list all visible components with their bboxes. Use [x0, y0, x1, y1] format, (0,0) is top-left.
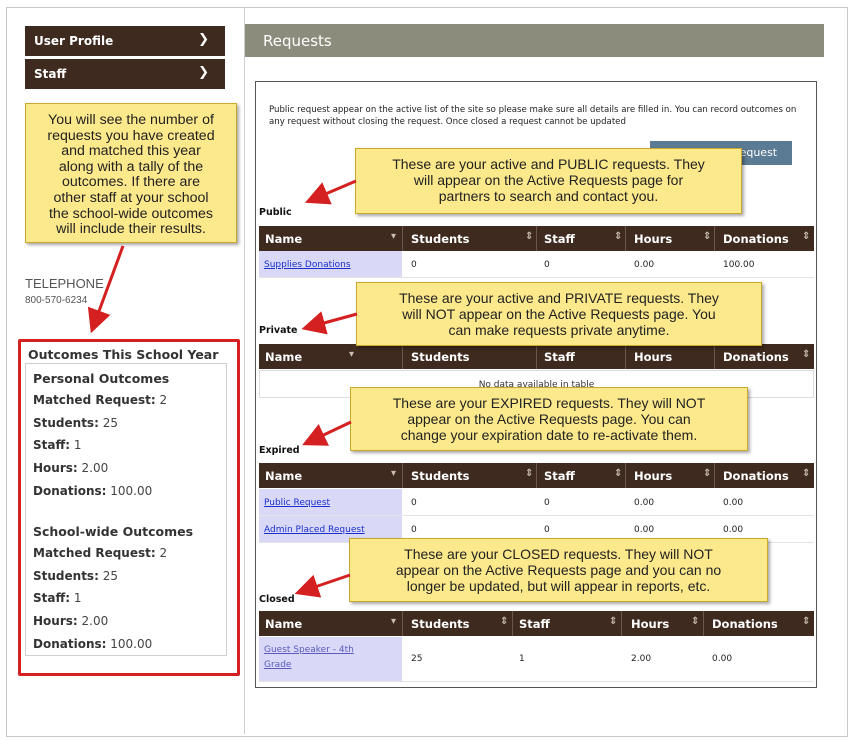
arrow-icon	[294, 573, 351, 598]
arrow-icon	[87, 245, 125, 334]
arrow-icon	[304, 179, 357, 205]
annotation-arrows	[87, 179, 358, 598]
arrow-icon	[301, 311, 358, 335]
arrow-icon	[302, 420, 352, 446]
